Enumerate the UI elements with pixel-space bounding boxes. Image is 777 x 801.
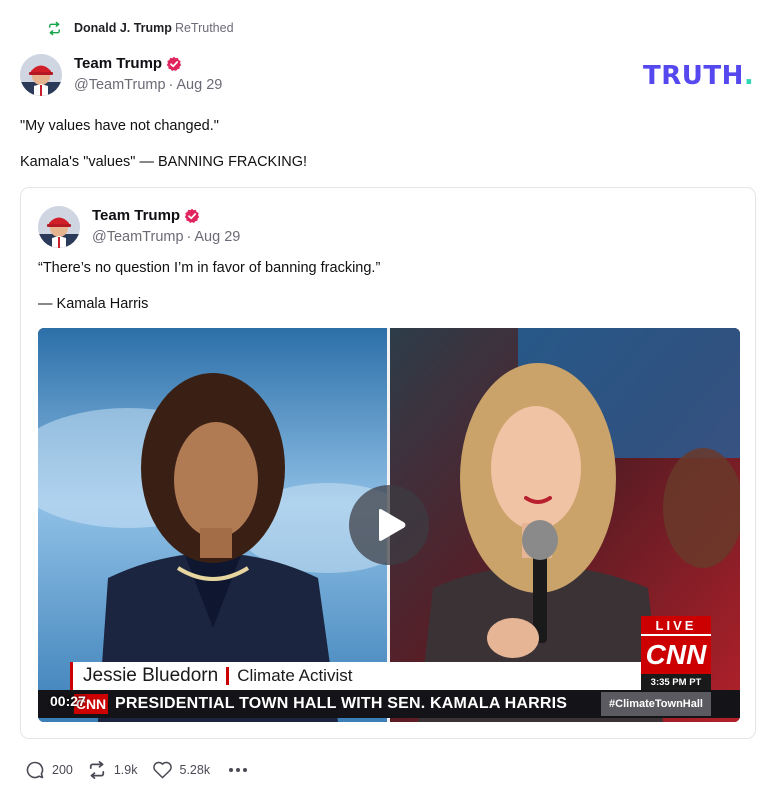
verified-badge-icon — [166, 56, 182, 71]
truth-social-logo[interactable]: TRUTH. — [643, 61, 754, 91]
post-author: Team Trump @TeamTrump · Aug 29 — [20, 54, 222, 96]
author-name[interactable]: Team Trump — [74, 55, 162, 72]
author-handle[interactable]: @TeamTrump — [74, 77, 166, 93]
retruth-icon — [49, 21, 60, 35]
quoted-post-date[interactable]: Aug 29 — [194, 229, 240, 245]
ellipsis-icon — [229, 768, 248, 772]
play-icon — [379, 509, 406, 541]
post-text-line: "My values have not changed." — [20, 118, 219, 134]
like-count: 5.28k — [179, 763, 211, 777]
caption-title: Climate Activist — [237, 666, 353, 685]
reply-count: 200 — [52, 763, 73, 777]
verified-badge-icon — [184, 208, 200, 223]
retruth-button[interactable]: 1.9k — [87, 760, 138, 780]
live-label: LIVE — [641, 616, 711, 634]
broadcast-clock: 3:35 PM PT — [641, 674, 711, 690]
quoted-post-card[interactable]: Team Trump @TeamTrump · Aug 29 “There’s no… — [20, 187, 756, 739]
post-action-bar: 200 1.9k 5.28k — [25, 760, 248, 780]
quoted-text-line: “There’s no question I’m in favor of ban… — [38, 260, 381, 276]
video-player[interactable]: Jessie Bluedorn Climate Activist LIVE CN… — [38, 328, 740, 722]
caption-name: Jessie Bluedorn — [83, 665, 219, 686]
quoted-post-body: “There’s no question I’m in favor of ban… — [38, 259, 380, 331]
retruth-header: Donald J. Trump ReTruthed — [47, 19, 234, 37]
play-button[interactable] — [349, 485, 429, 565]
quoted-post-author: Team Trump @TeamTrump · Aug 29 — [38, 206, 240, 248]
post-body: "My values have not changed." Kamala's "… — [20, 117, 307, 189]
caption-divider — [226, 667, 230, 685]
network-live-bug: LIVE CNN 3:35 PM PT — [641, 616, 711, 690]
lower-third-caption: Jessie Bluedorn Climate Activist — [70, 662, 673, 690]
retruth-icon — [89, 761, 104, 779]
quoted-text-line: — Kamala Harris — [38, 296, 149, 312]
retruth-action-label: ReTruthed — [174, 21, 234, 35]
news-ticker: CNN PRESIDENTIAL TOWN HALL WITH SEN. KAM… — [38, 690, 740, 718]
quoted-author-handle[interactable]: @TeamTrump — [92, 229, 184, 245]
post-date[interactable]: Aug 29 — [176, 77, 222, 93]
network-logo: CNN — [641, 634, 711, 674]
ticker-headline: PRESIDENTIAL TOWN HALL WITH SEN. KAMALA … — [115, 695, 568, 712]
avatar[interactable] — [38, 206, 80, 248]
reply-icon — [26, 761, 44, 779]
more-options-button[interactable] — [228, 767, 248, 773]
video-timecode: 00:27 — [50, 693, 86, 709]
retruth-user-link[interactable]: Donald J. Trump — [74, 21, 172, 35]
post-text-line: Kamala's "values" — BANNING FRACKING! — [20, 154, 308, 170]
retruth-count: 1.9k — [113, 763, 138, 777]
like-button[interactable]: 5.28k — [152, 760, 211, 780]
ticker-hashtag: #ClimateTownHall — [601, 692, 711, 716]
avatar[interactable] — [20, 54, 62, 96]
quoted-author-name[interactable]: Team Trump — [92, 207, 180, 224]
heart-icon — [152, 761, 172, 779]
reply-button[interactable]: 200 — [25, 760, 73, 780]
